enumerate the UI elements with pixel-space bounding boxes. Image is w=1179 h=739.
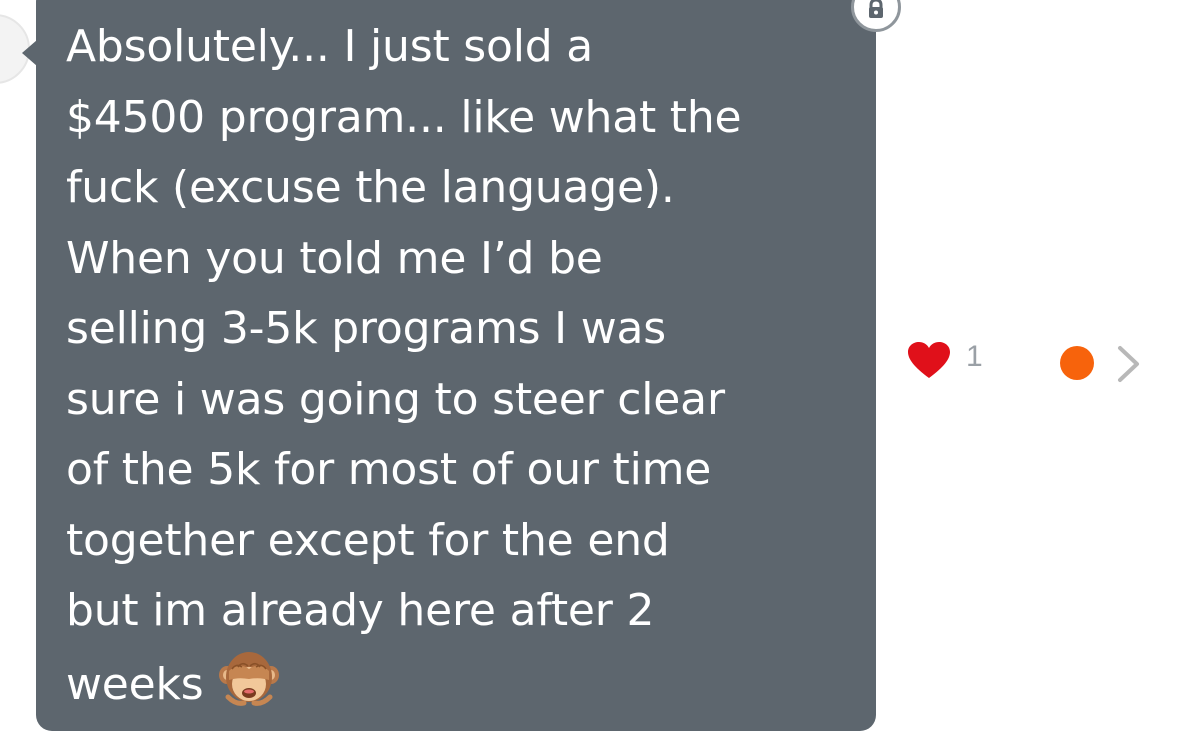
message-bubble[interactable]: Absolutely... I just sold a $4500 progra… xyxy=(36,0,876,731)
bubble-tail xyxy=(22,40,37,66)
orange-dot-icon xyxy=(1060,346,1094,380)
reactions-bar: 1 xyxy=(908,336,1168,386)
message-text: Absolutely... I just sold a $4500 progra… xyxy=(66,21,742,710)
see-no-evil-monkey-icon xyxy=(218,647,280,713)
chevron-right-icon[interactable] xyxy=(1115,344,1143,388)
lock-icon xyxy=(869,0,883,18)
heart-icon[interactable] xyxy=(908,342,950,384)
like-count: 1 xyxy=(966,340,983,373)
